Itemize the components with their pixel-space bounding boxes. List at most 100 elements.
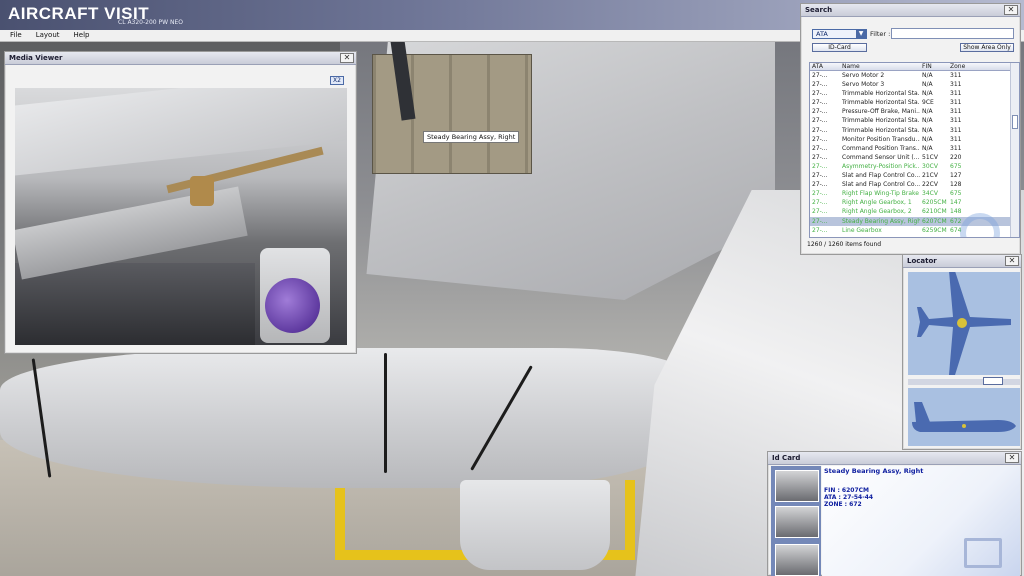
table-body: 27-... Servo Motor 2 N/A 311 27-... Servo Mot…: [810, 71, 1019, 235]
column-fin[interactable]: FIN: [920, 63, 948, 70]
cell-name: Command Sensor Unit (...: [842, 153, 920, 161]
cell-zone: 311: [950, 135, 962, 143]
table-row[interactable]: 27-... Slat and Flap Control Co... 21CV 127: [810, 171, 1019, 180]
cell-name: Slat and Flap Control Co...: [842, 181, 920, 189]
table-row[interactable]: 27-... Servo Motor 2 N/A 311: [810, 71, 1019, 80]
cell-fin: N/A: [922, 144, 933, 152]
seam: [384, 353, 387, 473]
filter-input[interactable]: [891, 28, 1014, 39]
cell-fin: 34CV: [922, 190, 938, 198]
component-zone: ZONE : 672: [824, 501, 862, 508]
menu-file[interactable]: File: [4, 30, 28, 41]
cell-fin: 51CV: [922, 153, 938, 161]
cell-name: Right Flap Wing-Tip Brake: [842, 190, 919, 198]
search-type-value: ATA: [816, 30, 828, 38]
table-row[interactable]: 27-... Trimmable Horizontal Sta... 9CE 311: [810, 98, 1019, 107]
locator-title-bar[interactable]: Locator ✕: [903, 255, 1021, 268]
table-row[interactable]: 27-... Right Flap Wing-Tip Brake 34CV 675: [810, 189, 1019, 198]
locator-side-view[interactable]: [908, 388, 1020, 446]
locator-top-view[interactable]: [908, 271, 1020, 375]
media-viewer-panel: Media Viewer ✕ X2: [4, 51, 357, 354]
cell-zone: 311: [950, 90, 962, 98]
cell-zone: 311: [950, 81, 962, 89]
thumbnail-3[interactable]: [775, 544, 819, 576]
cell-fin: 30CV: [922, 162, 938, 170]
results-count: 1260 / 1260 items found: [807, 241, 882, 248]
cell-ata: 27-...: [812, 190, 828, 198]
cell-zone: 127: [950, 172, 962, 180]
menu-help[interactable]: Help: [68, 30, 96, 41]
cell-zone: 675: [950, 162, 962, 170]
id-card-title-bar[interactable]: Id Card ✕: [768, 452, 1021, 465]
cell-zone: 220: [950, 153, 962, 161]
column-name[interactable]: Name: [840, 63, 920, 70]
table-row[interactable]: 27-... Command Position Trans... N/A 311: [810, 144, 1019, 153]
cell-name: Asymmetry-Position Pick...: [842, 162, 920, 170]
search-type-select[interactable]: ATA ▼: [812, 29, 867, 39]
scrollbar[interactable]: [1010, 63, 1019, 237]
table-row[interactable]: 27-... Asymmetry-Position Pick... 30CV 675: [810, 162, 1019, 171]
cell-zone: 311: [950, 117, 962, 125]
table-row[interactable]: 27-... Trimmable Horizontal Sta... N/A 311: [810, 126, 1019, 135]
component-ata: ATA : 27-54-44: [824, 494, 874, 501]
cell-zone: 311: [950, 144, 962, 152]
close-icon[interactable]: ✕: [1005, 256, 1019, 266]
table-row[interactable]: 27-... Monitor Position Transdu... N/A 311: [810, 135, 1019, 144]
close-icon[interactable]: ✕: [1005, 453, 1019, 463]
slider-knob[interactable]: [983, 377, 1003, 385]
menu-layout[interactable]: Layout: [30, 30, 66, 41]
table-row[interactable]: 27-... Pressure-Off Brake, Mani... N/A 311: [810, 107, 1019, 116]
table-row[interactable]: 27-... Trimmable Horizontal Sta... N/A 311: [810, 116, 1019, 125]
column-ata[interactable]: ATA: [810, 63, 840, 70]
close-icon[interactable]: ✕: [340, 53, 354, 63]
table-row[interactable]: 27-... Command Sensor Unit (... 51CV 220: [810, 153, 1019, 162]
component-tooltip: Steady Bearing Assy, Right: [423, 131, 520, 143]
cell-fin: N/A: [922, 90, 933, 98]
search-panel: Search ✕ ATA ▼ Filter : ID-Card Show Are…: [800, 3, 1021, 255]
computer-icon: [964, 538, 1002, 568]
cell-ata: 27-...: [812, 90, 828, 98]
filter-label: Filter :: [870, 30, 891, 38]
component-fin: FIN : 6207CM: [824, 487, 870, 494]
cell-fin: N/A: [922, 72, 933, 79]
thumbnail-1[interactable]: [775, 470, 819, 502]
locator-title: Locator: [907, 257, 937, 265]
column-zone[interactable]: Zone: [948, 63, 1012, 70]
cell-fin: 6259CM: [922, 226, 947, 234]
cell-ata: 27-...: [812, 135, 828, 143]
table-row[interactable]: 27-... Trimmable Horizontal Sta... N/A 311: [810, 89, 1019, 98]
component-photo: [15, 88, 347, 345]
table-row[interactable]: 27-... Servo Motor 3 N/A 311: [810, 80, 1019, 89]
thumbnail-2[interactable]: [775, 506, 819, 538]
table-row[interactable]: 27-... Right Angle Gearbox, 1 6205CM 147: [810, 198, 1019, 207]
cell-name: Line Gearbox: [842, 226, 882, 234]
id-card-panel: Id Card ✕ Steady Bearing Assy, Right FIN…: [767, 451, 1022, 576]
scroll-thumb[interactable]: [1012, 115, 1018, 129]
cell-ata: 27-...: [812, 144, 828, 152]
cell-ata: 27-...: [812, 99, 828, 107]
cell-ata: 27-...: [812, 162, 828, 170]
chevron-down-icon[interactable]: ▼: [856, 30, 866, 38]
table-header: ATA Name FIN Zone: [810, 63, 1019, 71]
thumbnail-strip: [771, 466, 821, 576]
locator-slider[interactable]: [908, 377, 1020, 385]
show-area-only-button[interactable]: Show Area Only: [960, 43, 1014, 52]
search-title-bar[interactable]: Search ✕: [801, 4, 1020, 17]
fairing-tip: [460, 480, 610, 570]
cell-ata: 27-...: [812, 153, 828, 161]
cell-zone: 675: [950, 190, 962, 198]
id-card-title: Id Card: [772, 454, 801, 462]
media-viewer-title: Media Viewer: [9, 54, 63, 62]
id-card-button[interactable]: ID-Card: [812, 43, 867, 52]
zoom-x2-button[interactable]: X2: [330, 76, 344, 85]
cell-zone: 311: [950, 99, 962, 107]
cell-name: Servo Motor 2: [842, 72, 885, 79]
media-viewer-title-bar[interactable]: Media Viewer ✕: [5, 52, 356, 65]
seam: [470, 365, 533, 471]
close-icon[interactable]: ✕: [1004, 5, 1018, 15]
table-row[interactable]: 27-... Slat and Flap Control Co... 22CV 128: [810, 180, 1019, 189]
photo-panel: [15, 88, 347, 176]
cell-name: Servo Motor 3: [842, 81, 885, 89]
cell-fin: 6207CM: [922, 217, 947, 225]
cell-fin: 6210CM: [922, 208, 947, 216]
